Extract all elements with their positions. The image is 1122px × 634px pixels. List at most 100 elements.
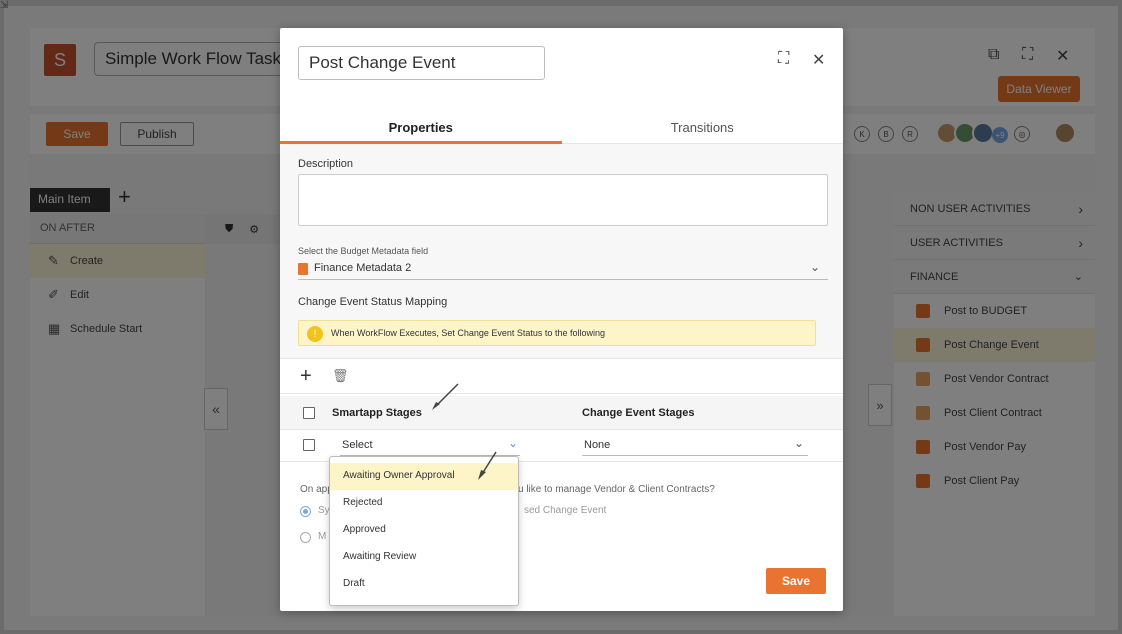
left-item-label: Edit xyxy=(70,289,89,301)
info-banner: ! When WorkFlow Executes, Set Change Eve… xyxy=(298,320,816,346)
left-item-edit[interactable]: ✐ Edit xyxy=(30,278,205,312)
smartapp-stage-value: Select xyxy=(342,439,373,451)
cursor-icon: ⇲ xyxy=(0,0,9,11)
annotation-arrow-icon xyxy=(478,451,497,480)
annotation-arrow-icon xyxy=(432,383,459,410)
finance-item-label: Post Client Pay xyxy=(944,475,1020,487)
add-tab-icon[interactable]: + xyxy=(118,184,131,210)
dropdown-option[interactable]: Rejected xyxy=(330,490,518,517)
section-label: USER ACTIVITIES xyxy=(910,236,1003,249)
tool-icon-1[interactable]: K xyxy=(854,126,870,142)
dropdown-option[interactable]: Approved xyxy=(330,517,518,544)
dropdown-option[interactable]: Draft xyxy=(330,571,518,598)
section-non-user-activities[interactable]: NON USER ACTIVITIES › xyxy=(894,192,1095,226)
section-finance[interactable]: FINANCE ⌄ xyxy=(894,260,1095,294)
finance-item-post-client-pay[interactable]: Post Client Pay xyxy=(894,464,1095,498)
radio-option-1-label: Sy xyxy=(318,505,330,516)
tool-icon-4[interactable]: ◎ xyxy=(1014,126,1030,142)
chevron-down-icon: ⌄ xyxy=(1073,271,1083,283)
finance-item-post-vendor-pay[interactable]: Post Vendor Pay xyxy=(894,430,1095,464)
finance-item-post-client-contract[interactable]: Post Client Contract xyxy=(894,396,1095,430)
right-pane: NON USER ACTIVITIES › USER ACTIVITIES › … xyxy=(894,192,1095,616)
column-header: ⛊ ⚙ xyxy=(205,214,285,244)
tab-properties[interactable]: Properties xyxy=(280,114,562,144)
app-logo: S xyxy=(44,44,76,76)
description-label: Description xyxy=(298,158,354,170)
dialog-title-input[interactable]: Post Change Event xyxy=(298,46,545,80)
column-header-change-event-stages: Change Event Stages xyxy=(582,407,695,419)
shield-icon[interactable]: ⛊ xyxy=(225,223,233,236)
chevron-right-icon: › xyxy=(1078,234,1083,251)
fullscreen-icon[interactable]: ⛶ xyxy=(778,50,789,68)
description-textarea[interactable] xyxy=(298,174,828,226)
client-pay-icon xyxy=(916,474,930,488)
section-label: FINANCE xyxy=(910,270,959,283)
dialog-tabs: Properties Transitions xyxy=(280,114,843,144)
left-item-schedule-start[interactable]: ▦ Schedule Start xyxy=(30,312,205,346)
collapse-right-button[interactable]: » xyxy=(868,384,892,426)
finance-item-post-vendor-contract[interactable]: Post Vendor Contract xyxy=(894,362,1095,396)
schedule-icon: ▦ xyxy=(48,321,61,336)
change-event-stage-select[interactable]: None ⌄ xyxy=(582,434,808,456)
tool-icon-2[interactable]: B xyxy=(878,126,894,142)
change-event-stage-value: None xyxy=(584,439,611,451)
row-checkbox[interactable] xyxy=(303,439,315,451)
user-avatar[interactable] xyxy=(1054,122,1076,144)
info-icon: ! xyxy=(307,326,323,342)
gear-icon[interactable]: ⚙ xyxy=(249,223,259,236)
publish-button[interactable]: Publish xyxy=(120,122,194,146)
trash-icon[interactable]: 🗑 xyxy=(332,368,349,384)
left-item-label: Create xyxy=(70,255,104,267)
finance-item-label: Post Vendor Pay xyxy=(944,441,1026,453)
radio-option-1[interactable] xyxy=(300,506,311,517)
close-icon[interactable]: ✕ xyxy=(1056,46,1069,66)
save-button[interactable]: Save xyxy=(766,568,826,594)
fullscreen-icon[interactable]: ⛶ xyxy=(1022,46,1033,64)
data-viewer-button[interactable]: Data Viewer xyxy=(998,76,1080,102)
close-icon[interactable]: ✕ xyxy=(812,50,825,70)
dropdown-option[interactable]: Awaiting Review xyxy=(330,544,518,571)
question-text-left: On app xyxy=(300,484,333,495)
table-header-row: Smartapp Stages Change Event Stages xyxy=(280,396,843,430)
status-mapping-label: Change Event Status Mapping xyxy=(298,296,448,308)
budget-metadata-select[interactable]: Finance Metadata 2 ⌄ xyxy=(298,260,828,280)
tab-transitions[interactable]: Transitions xyxy=(562,114,844,143)
save-button[interactable]: Save xyxy=(46,122,108,146)
left-pane: ON AFTER ✎ Create ✐ Edit ▦ Schedule Star… xyxy=(30,214,205,616)
finance-item-label: Post Change Event xyxy=(944,339,1039,351)
finance-item-label: Post Client Contract xyxy=(944,407,1042,419)
finance-item-post-change-event[interactable]: Post Change Event xyxy=(894,328,1095,362)
tool-icon-3[interactable]: R xyxy=(902,126,918,142)
finance-item-post-to-budget[interactable]: Post to BUDGET xyxy=(894,294,1095,328)
section-label: NON USER ACTIVITIES xyxy=(910,202,1031,215)
collapse-left-button[interactable]: « xyxy=(204,388,228,430)
add-row-icon[interactable]: + xyxy=(300,365,312,388)
tab-main-item[interactable]: Main Item xyxy=(30,188,110,212)
vendor-pay-icon xyxy=(916,440,930,454)
question-text-right: u like to manage Vendor & Client Contrac… xyxy=(518,484,715,495)
open-external-icon[interactable]: ⧉ xyxy=(988,46,999,64)
avatar[interactable] xyxy=(972,122,994,144)
budget-field-value: Finance Metadata 2 xyxy=(314,262,412,274)
vendor-contract-icon xyxy=(916,372,930,386)
chevron-right-icon: › xyxy=(1078,200,1083,217)
finance-item-label: Post to BUDGET xyxy=(944,305,1028,317)
finance-item-label: Post Vendor Contract xyxy=(944,373,1049,385)
on-after-header: ON AFTER xyxy=(30,214,205,244)
post-change-event-dialog: Post Change Event ⛶ ✕ Properties Transit… xyxy=(280,28,843,611)
column-header-smartapp-stages: Smartapp Stages xyxy=(332,407,422,419)
section-user-activities[interactable]: USER ACTIVITIES › xyxy=(894,226,1095,260)
left-item-create[interactable]: ✎ Create xyxy=(30,244,205,278)
avatar-more-badge[interactable]: +9 xyxy=(992,127,1008,143)
left-item-label: Schedule Start xyxy=(70,323,143,335)
budget-field-label: Select the Budget Metadata field xyxy=(298,246,429,256)
finance-metadata-icon xyxy=(298,263,308,275)
select-all-checkbox[interactable] xyxy=(303,407,315,419)
info-text: When WorkFlow Executes, Set Change Event… xyxy=(331,328,605,338)
table-toolbar: + 🗑 xyxy=(280,358,843,394)
edit-icon: ✐ xyxy=(48,287,59,302)
client-contract-icon xyxy=(916,406,930,420)
budget-icon xyxy=(916,304,930,318)
chevron-down-icon: ⌄ xyxy=(810,260,821,274)
radio-option-2[interactable] xyxy=(300,532,311,543)
